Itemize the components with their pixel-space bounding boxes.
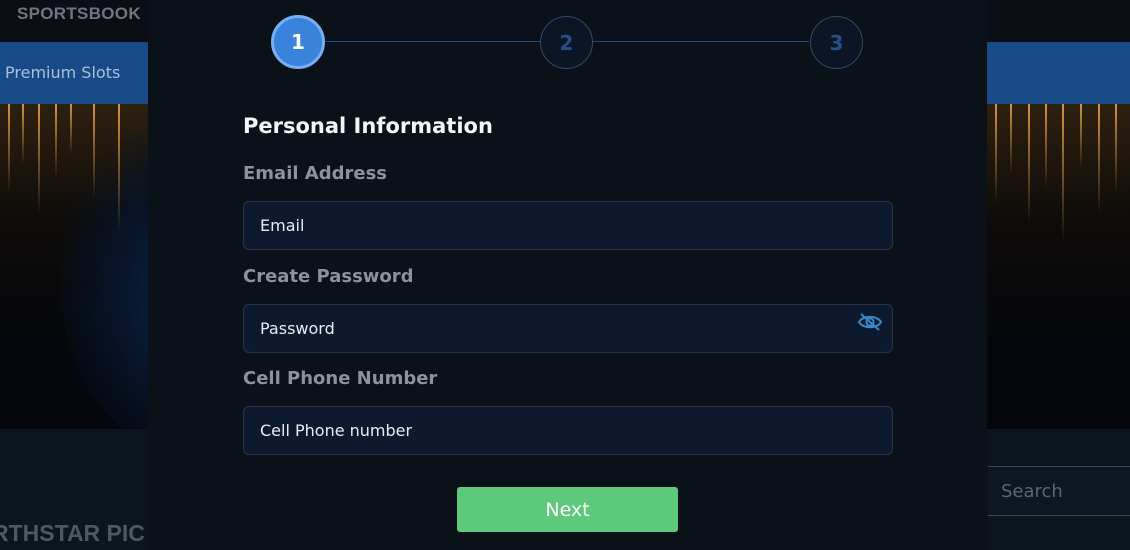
hero-light-streak <box>1028 104 1030 224</box>
stepper-connector <box>325 41 541 42</box>
site-section-heading: RTHSTAR PIC <box>0 520 145 546</box>
email-label: Email Address <box>243 163 388 184</box>
site-brand[interactable]: SPORTSBOOK <box>17 4 141 24</box>
stepper-connector <box>593 41 809 42</box>
nav-item-premium-slots[interactable]: Premium Slots <box>5 63 120 82</box>
hero-light-streak <box>55 104 57 179</box>
phone-label: Cell Phone Number <box>243 368 438 389</box>
hero-light-streak <box>22 104 24 164</box>
hero-light-streak <box>1098 104 1100 214</box>
hero-light-streak <box>1062 104 1064 244</box>
email-field-wrapper <box>243 201 893 250</box>
hero-light-streak <box>1010 104 1012 174</box>
next-button[interactable]: Next <box>457 487 678 532</box>
hero-light-streak <box>70 104 72 154</box>
password-field-wrapper <box>243 304 893 353</box>
phone-field[interactable] <box>244 407 892 454</box>
email-field[interactable] <box>244 202 892 249</box>
password-label: Create Password <box>243 266 414 287</box>
hero-light-streak <box>1115 104 1117 194</box>
form-title: Personal Information <box>243 114 493 138</box>
step-2-indicator: 2 <box>540 16 593 69</box>
registration-modal: 1 2 3 Personal Information Email Address… <box>148 0 987 550</box>
page: SPORTSBOOK Premium Slots Search RTHSTAR … <box>0 0 1130 550</box>
hero-light-streak <box>995 104 997 204</box>
site-search-placeholder: Search <box>1001 481 1063 502</box>
hero-light-streak <box>118 104 120 234</box>
hero-light-streak <box>8 104 10 194</box>
site-search-box[interactable]: Search <box>988 466 1130 516</box>
hero-light-streak <box>38 104 40 214</box>
password-field[interactable] <box>244 305 892 352</box>
hero-light-streak <box>93 104 95 199</box>
hero-light-streak <box>1080 104 1082 169</box>
phone-field-wrapper <box>243 406 893 455</box>
hero-light-streak <box>1045 104 1047 189</box>
step-1-indicator: 1 <box>271 15 325 69</box>
eye-slash-icon[interactable] <box>857 311 883 333</box>
step-3-indicator: 3 <box>810 16 863 69</box>
